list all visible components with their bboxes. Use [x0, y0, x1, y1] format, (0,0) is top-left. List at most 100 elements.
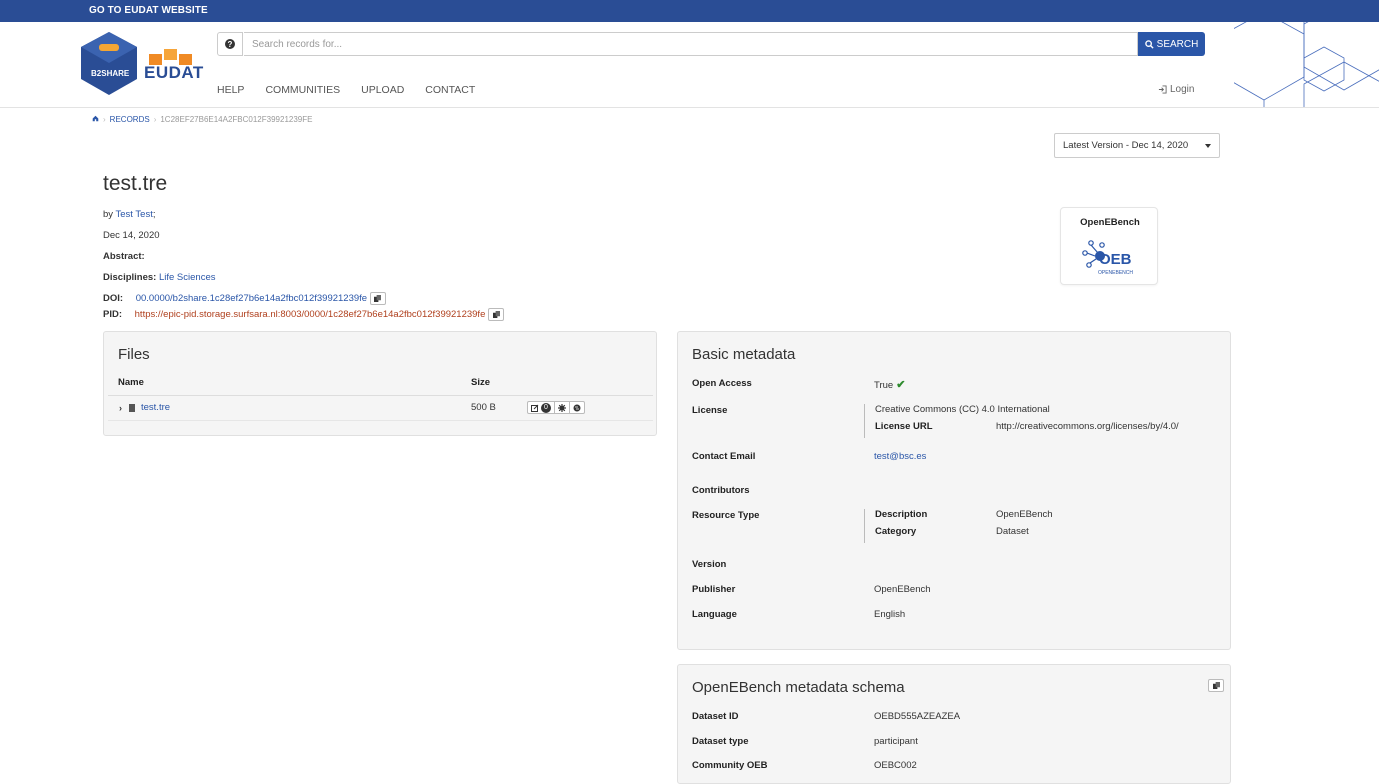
openebench-logo-icon: OEB OPENEBENCH	[1082, 240, 1133, 276]
language-label: Language	[692, 609, 737, 620]
dataset-id-label: Dataset ID	[692, 711, 739, 722]
dataset-type-label: Dataset type	[692, 736, 749, 747]
basic-metadata-title: Basic metadata	[692, 346, 796, 363]
file-globe-button[interactable]	[570, 401, 585, 414]
home-icon[interactable]	[92, 115, 99, 124]
top-bar: GO TO EUDAT WEBSITE	[0, 0, 1379, 22]
description-label: Description	[875, 509, 928, 520]
author-link[interactable]: Test Test	[116, 209, 153, 220]
search-input[interactable]	[244, 32, 1138, 56]
nav-communities[interactable]: COMMUNITIES	[265, 84, 340, 96]
doi-label: DOI:	[103, 293, 124, 305]
file-count-badge: 0	[541, 402, 551, 413]
nav-upload[interactable]: UPLOAD	[361, 84, 404, 96]
disciplines-label: Disciplines:	[103, 272, 157, 283]
version-select-value: Latest Version - Dec 14, 2020	[1063, 140, 1189, 151]
disciplines: Disciplines: Life Sciences	[103, 272, 215, 283]
discipline-link[interactable]: Life Sciences	[159, 272, 216, 283]
contact-email-link[interactable]: test@bsc.es	[874, 451, 926, 462]
doi-line: DOI: 00.0000/b2share.1c28ef27b6e14a2fbc0…	[103, 292, 386, 305]
globe-icon	[573, 404, 581, 411]
dataset-id-value: OEBD555AZEAZEA	[874, 711, 961, 722]
copy-pid-button[interactable]	[488, 308, 504, 321]
login-link[interactable]: Login	[1158, 84, 1194, 95]
eudat-website-link[interactable]: GO TO EUDAT WEBSITE	[89, 5, 208, 16]
file-size: 500 B	[471, 402, 496, 413]
record-authors: by Test Test;	[103, 209, 155, 220]
breadcrumb-separator: ›	[103, 115, 106, 124]
files-panel: Files Name Size › test.tre 500 B 0	[103, 331, 657, 436]
breadcrumb-separator: ›	[153, 115, 157, 124]
nav-contact[interactable]: CONTACT	[425, 84, 475, 96]
openebench-metadata-panel: OpenEBench metadata schema Dataset ID OE…	[677, 664, 1231, 784]
description-value: OpenEBench	[996, 509, 1053, 520]
openebench-logo-text: OPENEBENCH	[1098, 270, 1133, 276]
community-oeb-value: OEBC002	[874, 760, 917, 771]
abstract-label: Abstract:	[103, 251, 145, 262]
check-icon: ✔	[896, 379, 906, 391]
contact-email-label: Contact Email	[692, 451, 756, 462]
pid-link[interactable]: https://epic-pid.storage.surfsara.nl:800…	[135, 309, 486, 320]
cube-pattern-decoration	[1234, 22, 1379, 107]
record-title: test.tre	[103, 172, 168, 195]
copy-doi-button[interactable]	[369, 292, 386, 305]
login-label: Login	[1170, 84, 1195, 95]
publisher-value: OpenEBench	[874, 584, 931, 595]
search-icon	[1144, 39, 1154, 49]
breadcrumb-current: 1C28EF27B6E14A2FBC012F39921239FE	[160, 115, 313, 124]
license-url-link[interactable]: http://creativecommons.org/licenses/by/4…	[996, 421, 1179, 432]
contributors-label: Contributors	[692, 485, 750, 496]
community-card[interactable]: OpenEBench OEB OPENEBENCH	[1060, 207, 1158, 285]
record-date: Dec 14, 2020	[103, 230, 160, 241]
file-icon	[129, 404, 135, 412]
chevron-right-icon[interactable]: ›	[119, 403, 122, 413]
caret-down-icon	[1205, 143, 1211, 148]
col-size: Size	[471, 377, 491, 388]
col-name: Name	[118, 377, 144, 388]
category-label: Category	[875, 526, 917, 537]
eudat-logo-text: EUDAT	[144, 63, 204, 82]
license-label: License	[692, 405, 728, 416]
breadcrumb-records[interactable]: RECORDS	[110, 115, 150, 124]
breadcrumb: › RECORDS › 1C28EF27B6E14A2FBC012F399212…	[92, 115, 312, 124]
by-label: by	[103, 209, 114, 220]
community-oeb-label: Community OEB	[692, 760, 768, 771]
license-details: Creative Commons (CC) 4.0 International …	[864, 404, 1204, 438]
language-value: English	[874, 609, 906, 620]
community-name: OpenEBench	[1080, 217, 1140, 228]
license-value: Creative Commons (CC) 4.0 International	[875, 404, 1050, 415]
search-help-button[interactable]: ?	[217, 32, 243, 56]
nav-help[interactable]: HELP	[217, 84, 244, 96]
category-value: Dataset	[996, 526, 1029, 537]
version-select[interactable]: Latest Version - Dec 14, 2020	[1054, 133, 1220, 158]
table-row: › test.tre 500 B 0	[108, 397, 653, 421]
basic-metadata-panel: Basic metadata Open Access True ✔ License…	[677, 331, 1231, 650]
b2share-logo-icon[interactable]	[81, 32, 137, 95]
search-button-label: SEARCH	[1156, 38, 1199, 50]
version-label: Version	[692, 559, 727, 570]
svg-text:OEB: OEB	[1099, 251, 1132, 268]
edit-icon	[531, 404, 539, 412]
pid-label: PID:	[103, 309, 122, 321]
openebench-metadata-title: OpenEBench metadata schema	[692, 679, 905, 696]
pid-line: PID: https://epic-pid.storage.surfsara.n…	[103, 308, 504, 321]
files-table-header: Name Size	[108, 376, 653, 396]
copy-icon	[492, 311, 500, 318]
files-title: Files	[118, 346, 150, 363]
resource-type-label: Resource Type	[692, 510, 760, 521]
dataset-type-value: participant	[874, 736, 918, 747]
resource-type-details: Description OpenEBench Category Dataset	[864, 509, 1064, 543]
search-button[interactable]: SEARCH	[1138, 32, 1205, 56]
publisher-label: Publisher	[692, 584, 736, 595]
sign-in-icon	[1158, 85, 1167, 94]
doi-link[interactable]: 00.0000/b2share.1c28ef27b6e14a2fbc012f39…	[136, 293, 367, 304]
file-settings-button[interactable]	[555, 401, 570, 414]
copy-icon	[374, 295, 382, 302]
main-nav: HELP COMMUNITIES UPLOAD CONTACT	[217, 84, 496, 96]
file-link[interactable]: test.tre	[141, 402, 170, 413]
copy-metadata-button[interactable]	[1208, 679, 1224, 692]
question-icon: ?	[225, 39, 235, 49]
file-edit-button[interactable]: 0	[527, 401, 555, 414]
gear-icon	[558, 403, 566, 412]
license-url-label: License URL	[875, 421, 933, 432]
